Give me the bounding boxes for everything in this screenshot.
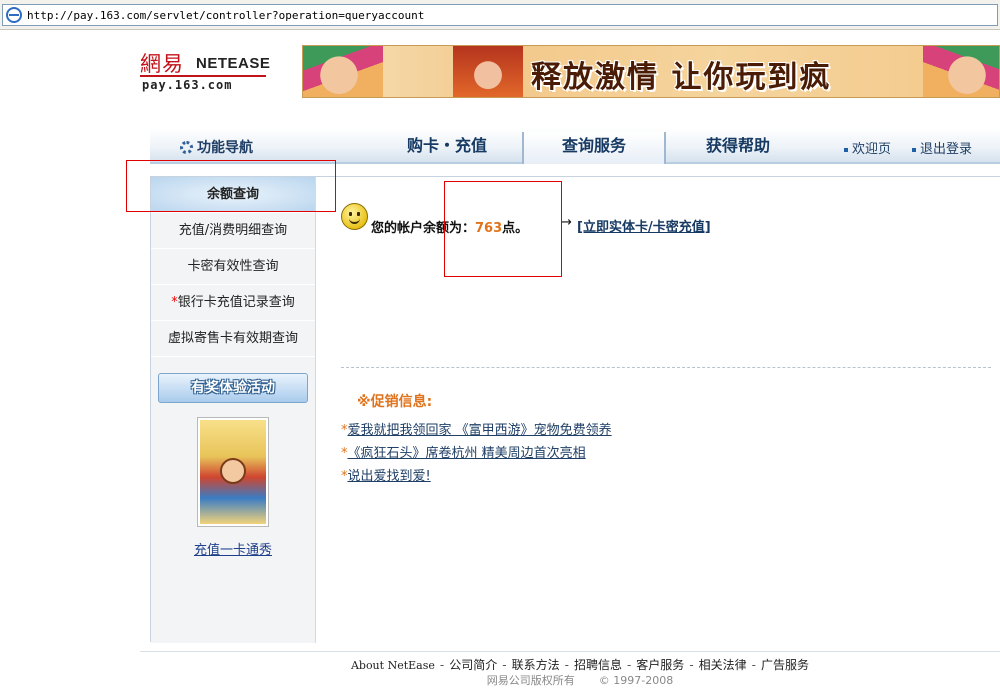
footer-separator: - [751, 658, 757, 672]
footer-separator: - [439, 658, 445, 672]
tab-buy-recharge[interactable]: 购卡・充值 [372, 132, 522, 164]
smiley-icon [341, 203, 368, 230]
recharge-link[interactable]: [立即实体卡/卡密充值] [577, 216, 711, 235]
card-character [220, 458, 246, 484]
copyright-years: © 1997-2008 [598, 674, 674, 687]
footer-divider [140, 651, 1000, 652]
promo-item-text[interactable]: 爱我就把我领回家 《富甲西游》宠物免费领养 [348, 423, 612, 438]
sidebar: 余额查询 充值/消费明细查询 卡密有效性查询 *银行卡充值记录查询 虚拟寄售卡有… [151, 177, 316, 643]
copyright: 网易公司版权所有 © 1997-2008 [0, 672, 1000, 688]
promo-item[interactable]: *说出爱找到爱! [341, 465, 431, 484]
promo-item[interactable]: *《疯狂石头》席卷杭州 精美周边首次亮相 [341, 442, 586, 461]
welcome-link[interactable]: 欢迎页 [844, 138, 891, 157]
function-nav-text: 功能导航 [197, 140, 253, 156]
footer-link-jobs[interactable]: 招聘信息 [574, 658, 622, 672]
logo-english: NETEASE [196, 55, 271, 72]
main-container: 余额查询 充值/消费明细查询 卡密有效性查询 *银行卡充值记录查询 虚拟寄售卡有… [150, 176, 1000, 643]
footer-link-service[interactable]: 客户服务 [636, 658, 684, 672]
highlight-box-balance-menu [126, 160, 336, 212]
banner-character-right [923, 46, 999, 97]
promo-item[interactable]: *爱我就把我领回家 《富甲西游》宠物免费领养 [341, 419, 612, 438]
arrow-icon: → [561, 215, 572, 230]
sidebar-item-label: 银行卡充值记录查询 [177, 295, 295, 310]
footer-link-about[interactable]: About NetEase [351, 659, 435, 672]
gear-icon [180, 140, 193, 154]
copyright-owner: 网易公司版权所有 [486, 674, 575, 687]
main-nav: 功能导航 购卡・充值 查询服务 获得帮助 欢迎页 退出登录 [150, 128, 1000, 164]
footer-links: About NetEase - 公司简介 - 联系方法 - 招聘信息 - 客户服务 - 相关法律 - 广… [0, 656, 1000, 673]
footer-link-ads[interactable]: 广告服务 [761, 658, 809, 672]
promo-item-text[interactable]: 《疯狂石头》席卷杭州 精美周边首次亮相 [348, 446, 586, 461]
footer-link-legal[interactable]: 相关法律 [699, 658, 747, 672]
divider [341, 367, 991, 368]
banner-character-left [303, 46, 383, 97]
browser-page-icon [6, 7, 22, 23]
card-link[interactable]: 充值一卡通秀 [151, 539, 315, 558]
footer-separator: - [564, 658, 569, 672]
content-area: 您的帐户余额为：763点。 → [立即实体卡/卡密充值] ※促销信息: *爱我就… [317, 177, 1000, 643]
sidebar-item-card-validity[interactable]: 卡密有效性查询 [151, 249, 315, 285]
logo-underline [140, 75, 266, 77]
address-bar: http://pay.163.com/servlet/controller?op… [0, 0, 1000, 30]
banner-slogan: 释放激情 让你玩到疯 [531, 60, 832, 95]
sidebar-item-virtual-card[interactable]: 虚拟寄售卡有效期查询 [151, 321, 315, 357]
netease-logo[interactable]: 網易 NETEASE pay.163.com [140, 48, 270, 96]
sidebar-item-bank-recharge[interactable]: *银行卡充值记录查询 [151, 285, 315, 321]
tab-get-help[interactable]: 获得帮助 [666, 132, 810, 164]
footer-separator: - [689, 658, 694, 672]
promo-title: ※促销信息: [357, 394, 433, 410]
footer-link-company[interactable]: 公司简介 [449, 658, 497, 672]
card-image[interactable] [197, 417, 269, 527]
function-nav-label: 功能导航 [180, 137, 253, 157]
promo-activity-button[interactable]: 有奖体验活动 [158, 373, 308, 403]
url-field[interactable]: http://pay.163.com/servlet/controller?op… [2, 4, 998, 26]
logout-link[interactable]: 退出登录 [912, 138, 972, 157]
promo-banner[interactable]: 释放激情 让你玩到疯 [302, 45, 1000, 98]
highlight-box-balance-value [444, 181, 562, 277]
promo-item-text[interactable]: 说出爱找到爱! [348, 469, 431, 484]
card-artwork [200, 420, 266, 524]
banner-character-middle [453, 46, 523, 97]
logo-chinese: 網易 [140, 52, 184, 76]
logo-domain: pay.163.com [142, 78, 233, 92]
sidebar-item-recharge-detail[interactable]: 充值/消费明细查询 [151, 213, 315, 249]
footer-link-contact[interactable]: 联系方法 [512, 658, 560, 672]
url-text[interactable]: http://pay.163.com/servlet/controller?op… [27, 9, 424, 22]
footer-separator: - [626, 658, 632, 672]
footer-separator: - [502, 658, 507, 672]
tab-query-service[interactable]: 查询服务 [522, 132, 666, 164]
